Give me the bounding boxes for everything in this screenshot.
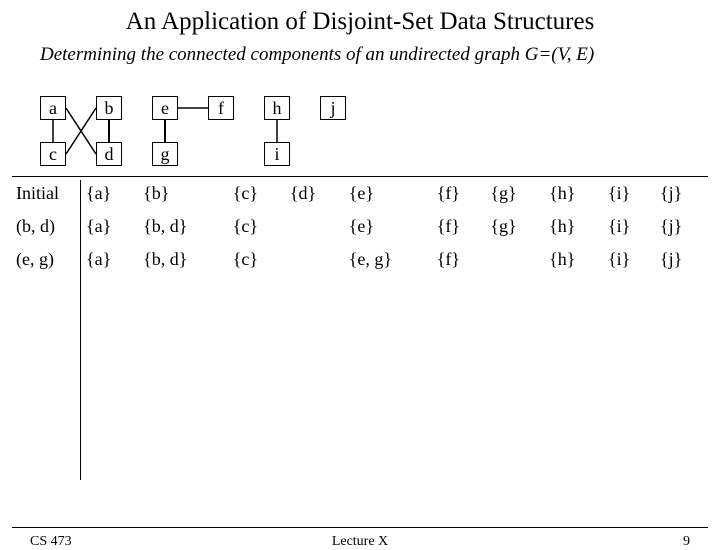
set-cell: {e}	[345, 210, 433, 243]
node-d: d	[96, 142, 122, 166]
node-g: g	[152, 142, 178, 166]
set-cell: {i}	[604, 210, 656, 243]
node-b: b	[96, 96, 122, 120]
set-cell: {f}	[433, 243, 487, 276]
set-cell: {c}	[229, 177, 286, 210]
graph-diagram: a b e f h j c d g i	[40, 96, 360, 168]
set-cell: {i}	[604, 243, 656, 276]
node-j: j	[320, 96, 346, 120]
set-cell: {j}	[656, 210, 708, 243]
table-row: (e, g) {a} {b, d} {c} {e, g} {f} {h} {i}…	[12, 243, 708, 276]
node-e: e	[152, 96, 178, 120]
set-cell	[286, 243, 345, 276]
set-cell: {h}	[545, 243, 604, 276]
graph-edges	[40, 96, 360, 168]
set-cell: {j}	[656, 177, 708, 210]
table-row: (b, d) {a} {b, d} {c} {e} {f} {g} {h} {i…	[12, 210, 708, 243]
set-cell: {h}	[545, 210, 604, 243]
node-i: i	[264, 142, 290, 166]
set-cell: {f}	[433, 210, 487, 243]
footer-center: Lecture X	[0, 534, 720, 550]
set-cell: {c}	[229, 210, 286, 243]
set-cell: {g}	[486, 210, 545, 243]
table-vertical-rule	[80, 180, 81, 480]
set-cell: {b, d}	[139, 243, 229, 276]
op-cell: (b, d)	[12, 210, 82, 243]
slide-title: An Application of Disjoint-Set Data Stru…	[0, 8, 720, 36]
trace-table: Initial {a} {b} {c} {d} {e} {f} {g} {h} …	[12, 176, 708, 276]
set-cell: {c}	[229, 243, 286, 276]
set-cell	[286, 210, 345, 243]
set-cell: {a}	[82, 177, 139, 210]
node-a: a	[40, 96, 66, 120]
set-cell: {e, g}	[345, 243, 433, 276]
set-cell: {f}	[433, 177, 487, 210]
set-cell	[486, 243, 545, 276]
op-cell: Initial	[12, 177, 82, 210]
node-c: c	[40, 142, 66, 166]
slide-subtitle: Determining the connected components of …	[40, 44, 720, 66]
set-cell: {a}	[82, 243, 139, 276]
set-cell: {d}	[286, 177, 345, 210]
node-f: f	[208, 96, 234, 120]
set-cell: {j}	[656, 243, 708, 276]
set-cell: {b, d}	[139, 210, 229, 243]
set-cell: {a}	[82, 210, 139, 243]
footer-page-number: 9	[683, 534, 690, 550]
set-cell: {b}	[139, 177, 229, 210]
set-cell: {i}	[604, 177, 656, 210]
set-cell: {h}	[545, 177, 604, 210]
op-cell: (e, g)	[12, 243, 82, 276]
set-cell: {e}	[345, 177, 433, 210]
slide-footer: CS 473 Lecture X 9	[0, 527, 720, 534]
set-cell: {g}	[486, 177, 545, 210]
table-row: Initial {a} {b} {c} {d} {e} {f} {g} {h} …	[12, 177, 708, 210]
footer-rule	[12, 527, 708, 528]
node-h: h	[264, 96, 290, 120]
